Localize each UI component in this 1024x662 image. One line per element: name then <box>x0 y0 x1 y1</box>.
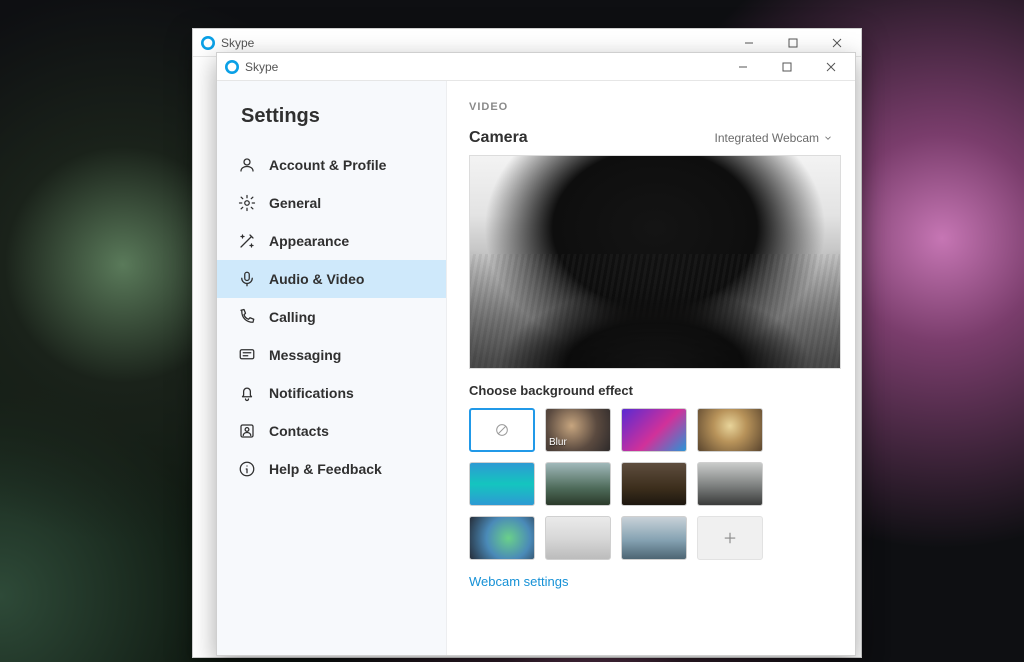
settings-close-button[interactable] <box>809 53 853 81</box>
background-effect-option[interactable] <box>697 408 763 452</box>
chevron-down-icon <box>823 133 833 143</box>
sidebar-item-label: Appearance <box>269 233 349 249</box>
camera-selected-value: Integrated Webcam <box>714 131 819 145</box>
settings-window: Skype Settings Account & Profile General… <box>216 52 856 656</box>
sidebar-item-audio-video[interactable]: Audio & Video <box>217 260 446 298</box>
sidebar-item-help[interactable]: Help & Feedback <box>217 450 446 488</box>
background-effect-add[interactable] <box>697 516 763 560</box>
sidebar-item-label: Contacts <box>269 423 329 439</box>
sidebar-item-calling[interactable]: Calling <box>217 298 446 336</box>
sidebar-item-contacts[interactable]: Contacts <box>217 412 446 450</box>
sidebar-item-messaging[interactable]: Messaging <box>217 336 446 374</box>
phone-icon <box>237 308 257 326</box>
sidebar-item-label: Audio & Video <box>269 271 364 287</box>
camera-preview <box>469 155 841 369</box>
background-effect-none[interactable] <box>469 408 535 452</box>
sidebar-item-label: Calling <box>269 309 316 325</box>
gear-icon <box>237 194 257 212</box>
background-effect-blur[interactable]: Blur <box>545 408 611 452</box>
bell-icon <box>237 384 257 402</box>
settings-content: VIDEO Camera Integrated Webcam Choose ba… <box>447 81 855 655</box>
background-effect-option[interactable] <box>621 462 687 506</box>
sidebar-item-label: Messaging <box>269 347 341 363</box>
info-icon <box>237 460 257 478</box>
settings-maximize-button[interactable] <box>765 53 809 81</box>
skype-icon <box>201 36 215 50</box>
video-section-label: VIDEO <box>469 101 833 113</box>
main-window-title: Skype <box>221 36 254 50</box>
sidebar-item-appearance[interactable]: Appearance <box>217 222 446 260</box>
sidebar-item-label: Notifications <box>269 385 354 401</box>
background-effect-option[interactable] <box>545 462 611 506</box>
person-icon <box>237 156 257 174</box>
blur-label: Blur <box>549 437 567 448</box>
sidebar-item-account[interactable]: Account & Profile <box>217 146 446 184</box>
background-effect-option[interactable] <box>621 516 687 560</box>
sidebar-item-general[interactable]: General <box>217 184 446 222</box>
sidebar-item-label: Help & Feedback <box>269 461 382 477</box>
sidebar-item-notifications[interactable]: Notifications <box>217 374 446 412</box>
microphone-icon <box>237 270 257 288</box>
background-effect-option[interactable] <box>697 462 763 506</box>
background-effect-option[interactable] <box>469 462 535 506</box>
background-effect-grid: Blur <box>469 408 833 560</box>
settings-heading: Settings <box>217 99 446 146</box>
sidebar-item-label: General <box>269 195 321 211</box>
camera-heading: Camera <box>469 129 528 147</box>
background-effect-option[interactable] <box>545 516 611 560</box>
message-icon <box>237 346 257 364</box>
settings-minimize-button[interactable] <box>721 53 765 81</box>
settings-sidebar: Settings Account & Profile General Appea… <box>217 81 447 655</box>
background-effect-option[interactable] <box>469 516 535 560</box>
background-effect-label: Choose background effect <box>469 383 833 398</box>
settings-window-title: Skype <box>245 60 278 74</box>
contacts-icon <box>237 422 257 440</box>
wand-icon <box>237 232 257 250</box>
skype-icon <box>225 60 239 74</box>
sidebar-item-label: Account & Profile <box>269 157 386 173</box>
webcam-settings-link[interactable]: Webcam settings <box>469 574 833 589</box>
settings-titlebar: Skype <box>217 53 855 81</box>
camera-selector[interactable]: Integrated Webcam <box>714 131 833 145</box>
background-effect-option[interactable] <box>621 408 687 452</box>
